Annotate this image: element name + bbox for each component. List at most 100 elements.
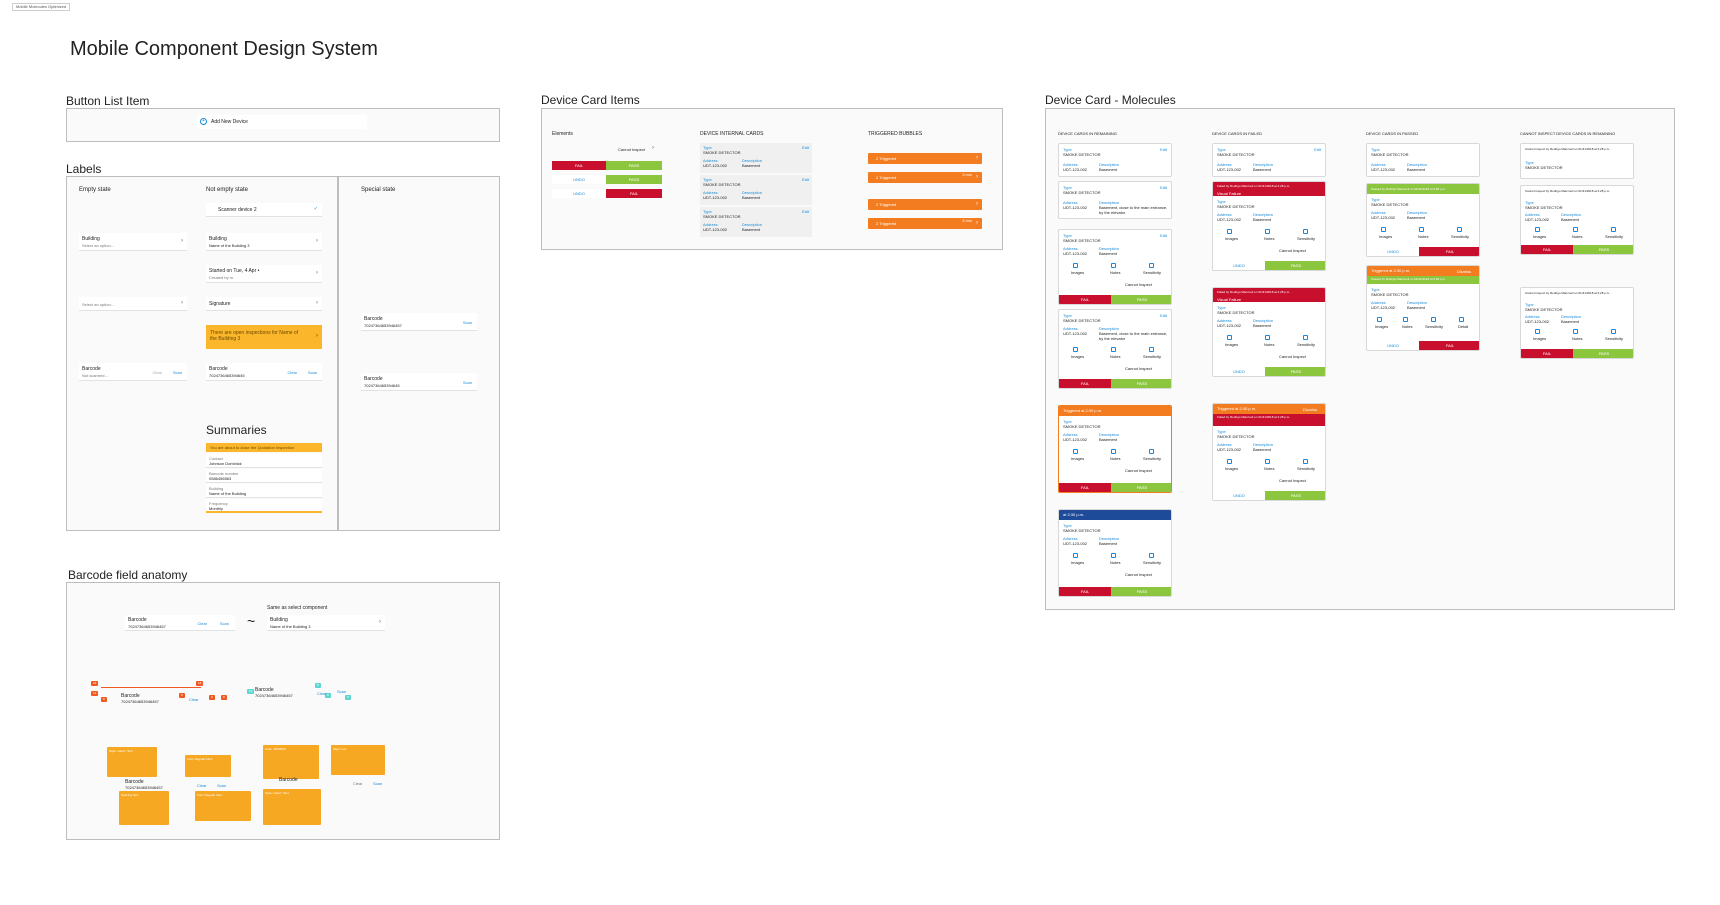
cannot-inspect-button[interactable]: Cannot Inspect <box>1125 468 1152 473</box>
sensitivity-icon[interactable] <box>1303 459 1308 464</box>
sensitivity-icon[interactable] <box>1149 553 1154 558</box>
device-card-failed[interactable]: Failed by Rodrigo Manzuoli on 01/31/2018… <box>1212 181 1326 271</box>
started-on-row[interactable]: Started on Tue, 4 Apr • Created by m › <box>206 265 322 283</box>
notes-icon[interactable] <box>1573 329 1578 334</box>
fail-button[interactable]: FAIL <box>1059 295 1111 304</box>
clear-button[interactable]: Clear <box>317 691 327 696</box>
select-option-empty[interactable]: Select an option... › <box>79 297 187 311</box>
sensitivity-icon[interactable] <box>1431 317 1436 322</box>
scan-button[interactable]: Scan <box>220 621 229 626</box>
open-inspections-warning[interactable]: There are open inspections for Name of t… <box>206 325 322 349</box>
barcode-field-empty[interactable]: Barcode Not scanned... Clear Scan <box>79 363 187 381</box>
camera-icon[interactable] <box>1227 335 1232 340</box>
sensitivity-icon[interactable] <box>1149 263 1154 268</box>
device-card-passed[interactable]: Passed by Rodrigo Manzuoli on 01/31/2018… <box>1366 183 1480 257</box>
notes-icon[interactable] <box>1111 347 1116 352</box>
edit-link[interactable]: Edit <box>802 177 809 182</box>
device-card-cannot[interactable]: Cannot Inspect by Rodrigo Manzuoli on 01… <box>1520 287 1634 359</box>
device-card-passed-triggered[interactable]: Triggered at 2:30 p.m. Dismiss Passed by… <box>1366 265 1480 351</box>
device-card[interactable]: Type Edit SMOKE DETECTOR Address UDT-123… <box>1212 143 1326 177</box>
camera-icon[interactable] <box>1381 227 1386 232</box>
cannot-inspect-button[interactable]: Cannot Inspect <box>1279 248 1306 253</box>
pass-button[interactable]: PASS <box>1111 587 1171 596</box>
camera-icon[interactable] <box>1073 263 1078 268</box>
clear-button[interactable]: Clear <box>197 621 207 626</box>
barcode-field-special-2[interactable]: Barcode 7024736465394645 Scan <box>361 373 477 391</box>
fail-button[interactable]: FAIL <box>1521 245 1573 254</box>
undo-button[interactable]: UNDO <box>1367 247 1419 256</box>
clear-button[interactable]: Clear <box>152 370 162 375</box>
clear-button[interactable]: Clear <box>287 370 297 375</box>
edit-link[interactable]: Edit <box>1160 233 1167 238</box>
dismiss-link[interactable]: Dismiss <box>1303 407 1317 412</box>
scan-button[interactable]: Scan <box>308 370 317 375</box>
undo-button[interactable]: UNDO <box>1367 341 1419 350</box>
clear-button[interactable]: Clear <box>189 697 199 702</box>
device-card-failed[interactable]: Failed by Rodrigo Manzuoli on 01/31/2018… <box>1212 287 1326 377</box>
scan-button[interactable]: Scan <box>337 689 346 694</box>
triggered-bubble[interactable]: 2 Triggered 3 min › <box>868 172 982 183</box>
undo-button[interactable]: UNDO <box>1213 261 1265 270</box>
dismiss-link[interactable]: Dismiss <box>1457 269 1471 274</box>
notes-icon[interactable] <box>1265 335 1270 340</box>
notes-icon[interactable] <box>1111 449 1116 454</box>
fail-button[interactable]: FAIL <box>1419 247 1479 256</box>
pass-button[interactable]: PASS <box>1265 261 1325 270</box>
pass-button[interactable]: PASS <box>1111 379 1171 388</box>
sensitivity-icon[interactable] <box>1611 329 1616 334</box>
device-card[interactable]: Type Edit SMOKE DETECTOR Address UDT-123… <box>1058 309 1172 389</box>
triggered-bubble[interactable]: 2 Triggered › <box>868 199 982 210</box>
fail-button[interactable]: FAIL <box>1419 341 1479 350</box>
building-select-empty[interactable]: Building Select an option... › <box>79 233 187 251</box>
device-card[interactable]: Type Edit SMOKE DETECTOR Address UDT-123… <box>1058 143 1172 177</box>
device-card[interactable]: Type Edit SMOKE DETECTOR Address UDT-123… <box>1058 181 1172 219</box>
add-device-button[interactable]: + Add New Device <box>197 115 367 129</box>
camera-icon[interactable] <box>1227 229 1232 234</box>
undo-button[interactable]: UNDO <box>1213 491 1265 500</box>
triggered-bubble[interactable]: 2 Triggered › <box>868 153 982 164</box>
fail-button[interactable]: FAIL <box>1059 587 1111 596</box>
camera-icon[interactable] <box>1227 459 1232 464</box>
notes-icon[interactable] <box>1403 317 1408 322</box>
scan-button[interactable]: Scan <box>373 781 382 786</box>
cannot-inspect-button[interactable]: Cannot Inspect <box>1279 354 1306 359</box>
edit-link[interactable]: Edit <box>802 209 809 214</box>
sensitivity-icon[interactable] <box>1149 347 1154 352</box>
pass-button[interactable]: PASS <box>1111 483 1171 492</box>
undo-button[interactable]: UNDO <box>552 189 606 198</box>
undo-button[interactable]: UNDO <box>552 175 606 184</box>
barcode-field-example[interactable]: Barcode 70247364653946457 Clear Scan <box>125 615 235 631</box>
scan-button[interactable]: Scan <box>463 380 472 385</box>
barcode-field-filled[interactable]: Barcode 7024736465394645 Clear Scan <box>206 363 322 381</box>
file-tab[interactable]: Mobile Molecules Optimized <box>12 3 71 11</box>
scan-button[interactable]: Scan <box>463 320 472 325</box>
scanner-device-row[interactable]: Scanner device 2 ✓ <box>206 203 322 217</box>
edit-link[interactable]: Edit <box>1160 313 1167 318</box>
cannot-inspect-button[interactable]: Cannot Inspect <box>1125 572 1152 577</box>
device-card-scheduled[interactable]: at 2:30 p.m. Type SMOKE DETECTOR Address… <box>1058 509 1172 597</box>
barcode-field-special[interactable]: Barcode 70247364653946457 Scan <box>361 313 477 331</box>
camera-icon[interactable] <box>1073 449 1078 454</box>
notes-icon[interactable] <box>1265 229 1270 234</box>
fail-button[interactable]: FAIL <box>552 161 606 170</box>
fail-button[interactable]: FAIL <box>1521 349 1573 358</box>
pass-button[interactable]: PASS <box>1265 367 1325 376</box>
camera-icon[interactable] <box>1535 329 1540 334</box>
notes-icon[interactable] <box>1573 227 1578 232</box>
edit-link[interactable]: Edit <box>1160 185 1167 190</box>
cannot-inspect-button[interactable]: Cannot Inspect <box>1125 282 1152 287</box>
scan-button[interactable]: Scan <box>217 783 226 788</box>
undo-button[interactable]: UNDO <box>1213 367 1265 376</box>
edit-link[interactable]: Edit <box>802 145 809 150</box>
signature-row[interactable]: Signature › <box>206 297 322 311</box>
notes-icon[interactable] <box>1265 459 1270 464</box>
cannot-inspect-button[interactable]: Cannot Inspect <box>618 147 645 152</box>
device-card-cannot[interactable]: Cannot Inspect by Rodrigo Manzuoli on 01… <box>1520 143 1634 179</box>
pass-button[interactable]: PASS <box>1111 295 1171 304</box>
fail-button[interactable]: FAIL <box>606 189 662 198</box>
pass-button[interactable]: PASS <box>1573 349 1633 358</box>
notes-icon[interactable] <box>1111 263 1116 268</box>
edit-link[interactable]: Edit <box>1160 147 1167 152</box>
scan-button[interactable]: Scan <box>173 370 182 375</box>
device-card-failed-triggered[interactable]: Triggered at 2:30 p.m. Dismiss Failed by… <box>1212 403 1326 501</box>
